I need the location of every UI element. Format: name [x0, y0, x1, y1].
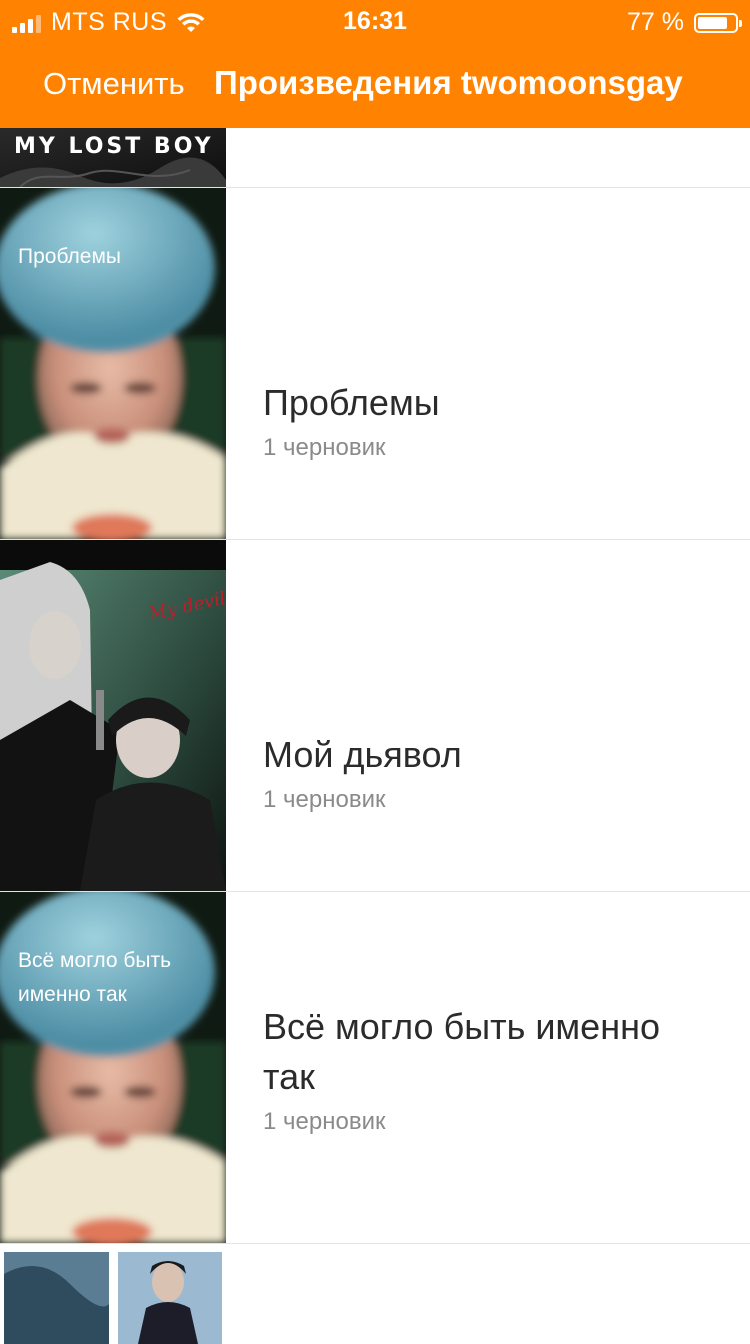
draft-count: 1 черновик: [263, 1108, 386, 1135]
list-item[interactable]: MY LOST BOY: [0, 128, 750, 188]
draft-count: 1 черновик: [263, 434, 386, 461]
list-item[interactable]: My devil Мой дьявол 1 черновик: [0, 540, 750, 892]
work-title: Мой дьявол: [263, 734, 462, 775]
work-info: Проблемы 1 черновик: [263, 378, 440, 462]
cover-text: Всё могло быть именно так: [18, 949, 172, 1006]
work-info: Всё могло быть именно так 1 черновик: [263, 1002, 703, 1136]
cover-text: MY LOST BOY: [14, 134, 214, 159]
list-item[interactable]: [0, 1244, 750, 1344]
battery-icon: [694, 12, 742, 33]
cover-image: MY LOST BOY: [0, 128, 226, 187]
list-item[interactable]: Всё могло быть именно так Всё могло быть…: [0, 892, 750, 1244]
battery-percent: 77 %: [627, 8, 684, 36]
work-title: Всё могло быть именно так: [263, 1006, 660, 1097]
page-title: Произведения twomoonsgay: [214, 64, 683, 101]
status-bar: MTS RUS 16:31 77 %: [0, 0, 750, 40]
cover-image: Проблемы: [0, 188, 226, 539]
cover-image: My devil: [0, 540, 226, 891]
works-list: MY LOST BOY Проблемы Проблемы 1 черновик…: [0, 128, 750, 1344]
cancel-button[interactable]: Отменить: [43, 66, 185, 102]
list-item[interactable]: Проблемы Проблемы 1 черновик: [0, 188, 750, 540]
nav-bar: Отменить Произведения twomoonsgay: [0, 40, 750, 128]
battery-info: 77 %: [627, 8, 742, 37]
cover-text: Проблемы: [18, 245, 122, 268]
cover-image: [0, 1244, 226, 1344]
work-info: Мой дьявол 1 черновик: [263, 730, 462, 814]
cover-image: Всё могло быть именно так: [0, 892, 226, 1243]
work-title: Проблемы: [263, 382, 440, 423]
draft-count: 1 черновик: [263, 786, 386, 813]
app-header: MTS RUS 16:31 77 % Отменить Произведения…: [0, 0, 750, 128]
